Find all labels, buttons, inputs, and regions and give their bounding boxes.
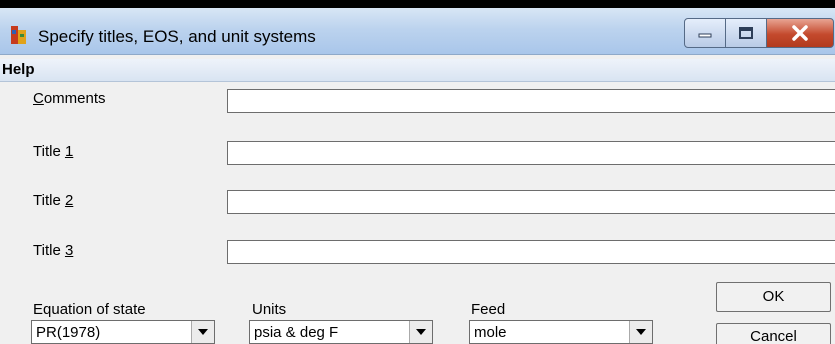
- feed-label: Feed: [471, 301, 506, 318]
- chevron-down-icon[interactable]: [191, 321, 214, 343]
- minimize-icon: [698, 33, 712, 38]
- title3-label: Title 3: [33, 242, 74, 259]
- cancel-button[interactable]: Cancel: [716, 323, 831, 344]
- title-bar[interactable]: Specify titles, EOS, and unit systems: [0, 8, 835, 55]
- ok-button[interactable]: OK: [716, 282, 831, 312]
- window-title: Specify titles, EOS, and unit systems: [38, 27, 316, 46]
- minimize-button[interactable]: [684, 18, 726, 48]
- close-icon: [792, 25, 808, 41]
- title3-field[interactable]: [227, 240, 835, 264]
- chevron-down-icon[interactable]: [629, 321, 652, 343]
- units-select-value: psia & deg F: [254, 324, 339, 341]
- title2-label: Title 2: [33, 192, 74, 209]
- chevron-down-icon[interactable]: [409, 321, 432, 343]
- comments-label: Comments: [33, 90, 106, 107]
- units-label: Units: [252, 301, 287, 318]
- maximize-button[interactable]: [725, 18, 767, 48]
- title2-field[interactable]: [227, 190, 835, 214]
- eos-select-value: PR(1978): [36, 324, 101, 341]
- eos-label: Equation of state: [33, 301, 146, 318]
- units-select[interactable]: psia & deg F: [249, 320, 433, 344]
- feed-select[interactable]: mole: [469, 320, 653, 344]
- close-button[interactable]: [766, 18, 834, 48]
- title1-label: Title 1: [33, 143, 74, 160]
- menu-bar: Help: [0, 59, 835, 82]
- maximize-icon: [739, 27, 753, 39]
- app-icon: [11, 26, 26, 44]
- feed-select-value: mole: [474, 324, 507, 341]
- menu-help[interactable]: Help: [2, 61, 35, 78]
- comments-field[interactable]: [227, 89, 835, 113]
- dialog-window: Specify titles, EOS, and unit systems He…: [0, 0, 835, 344]
- eos-select[interactable]: PR(1978): [31, 320, 215, 344]
- top-edge: [0, 0, 835, 8]
- title1-field[interactable]: [227, 141, 835, 165]
